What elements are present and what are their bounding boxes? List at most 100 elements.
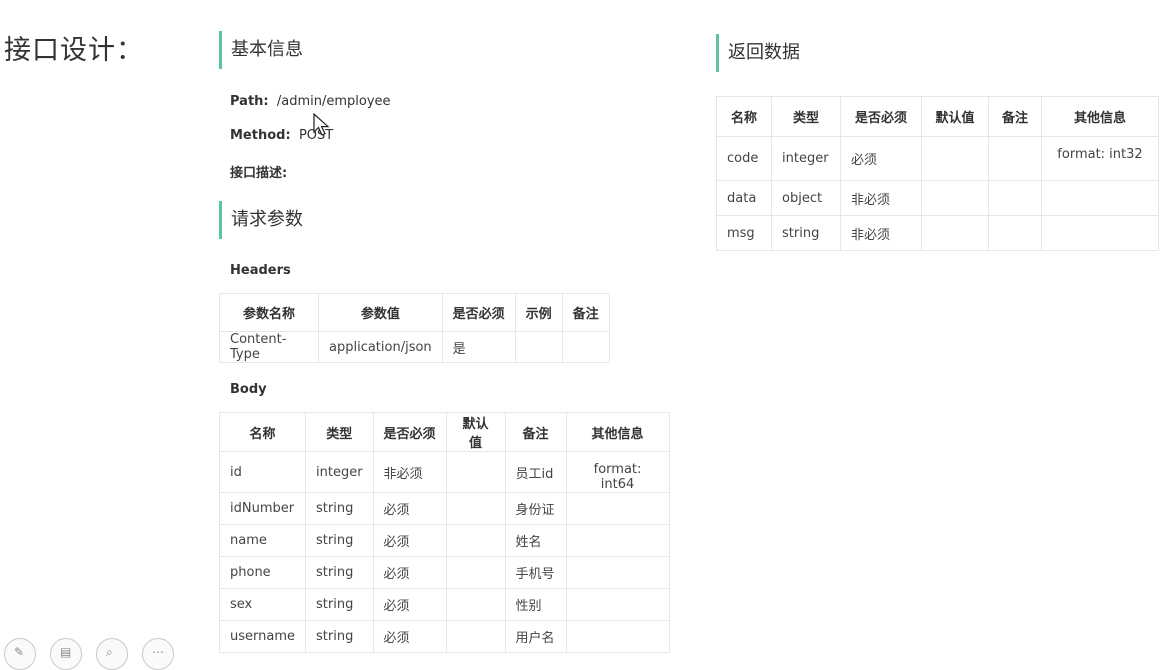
request-params-heading-text: 请求参数 <box>231 209 303 230</box>
pen-icon[interactable]: ✎ <box>4 638 36 670</box>
body-cell: 必须 <box>372 492 447 525</box>
body-cell <box>565 620 670 653</box>
body-cell <box>565 492 670 525</box>
table-row: Content-Type application/json 是 <box>219 331 610 363</box>
path-label: Path: <box>230 94 269 109</box>
response-col: 是否必须 <box>840 96 922 137</box>
request-params-heading: 请求参数 <box>219 201 361 239</box>
body-cell <box>565 588 670 621</box>
table-row: msg string 非必须 <box>716 215 1159 251</box>
response-col: 备注 <box>988 96 1042 137</box>
response-cell: msg <box>716 215 772 251</box>
headers-col: 备注 <box>561 293 610 332</box>
body-cell <box>445 620 506 653</box>
body-cell: 手机号 <box>504 556 567 589</box>
response-col: 名称 <box>716 96 772 137</box>
body-cell: 必须 <box>372 620 447 653</box>
body-cell: phone <box>219 556 306 589</box>
body-cell: 非必须 <box>372 451 447 493</box>
mouse-cursor-icon <box>313 113 330 136</box>
body-cell <box>565 524 670 557</box>
body-col: 类型 <box>305 412 374 452</box>
table-row: id integer 非必须 员工id format: int64 <box>219 451 670 493</box>
body-cell: sex <box>219 588 306 621</box>
table-row: username string 必须 用户名 <box>219 620 670 653</box>
headers-col: 是否必须 <box>441 293 516 332</box>
response-cell: string <box>771 215 841 251</box>
headers-table: 参数名称 参数值 是否必须 示例 备注 Content-Type applica… <box>219 293 610 363</box>
page-icon[interactable]: ▤ <box>50 638 82 670</box>
headers-cell: application/json <box>318 331 443 363</box>
response-cell <box>921 136 989 181</box>
response-col: 其他信息 <box>1041 96 1159 137</box>
body-cell <box>565 556 670 589</box>
body-cell: idNumber <box>219 492 306 525</box>
body-table: 名称 类型 是否必须 默认值 备注 其他信息 id integer 非必须 员工… <box>219 412 670 653</box>
headers-cell <box>514 331 563 363</box>
headers-table-header-row: 参数名称 参数值 是否必须 示例 备注 <box>219 293 610 332</box>
basic-info-heading-text: 基本信息 <box>231 39 303 60</box>
table-row: data object 非必须 <box>716 180 1159 216</box>
body-cell: string <box>305 524 374 557</box>
body-cell <box>445 492 506 525</box>
body-col: 默认值 <box>445 412 506 452</box>
response-data-heading-text: 返回数据 <box>728 42 800 63</box>
body-cell: string <box>305 588 374 621</box>
body-cell <box>445 451 506 493</box>
body-cell: 姓名 <box>504 524 567 557</box>
response-col: 默认值 <box>921 96 989 137</box>
response-cell: 必须 <box>840 136 922 181</box>
basic-info-heading: 基本信息 <box>219 31 361 69</box>
description-line: 接口描述: <box>230 162 287 181</box>
body-cell <box>445 588 506 621</box>
headers-cell: 是 <box>441 331 516 363</box>
body-cell: 身份证 <box>504 492 567 525</box>
body-cell: 性别 <box>504 588 567 621</box>
method-label: Method: <box>230 128 291 143</box>
headers-col: 参数名称 <box>219 293 319 332</box>
response-cell <box>1041 215 1159 251</box>
response-cell <box>1041 180 1159 216</box>
description-label: 接口描述: <box>230 166 288 181</box>
zoom-icon[interactable]: ⌕ <box>96 638 128 670</box>
response-col: 类型 <box>771 96 841 137</box>
response-cell <box>921 215 989 251</box>
body-cell <box>445 524 506 557</box>
headers-cell: Content-Type <box>219 331 319 363</box>
more-icon[interactable]: ⋯ <box>142 638 174 670</box>
response-cell: code <box>716 136 772 181</box>
body-cell: 必须 <box>372 588 447 621</box>
body-cell: string <box>305 556 374 589</box>
body-cell: 必须 <box>372 556 447 589</box>
path-value: /admin/employee <box>276 94 391 109</box>
body-cell: format: int64 <box>565 451 670 493</box>
body-col: 是否必须 <box>372 412 447 452</box>
path-line: Path: /admin/employee <box>230 94 391 109</box>
body-cell: name <box>219 524 306 557</box>
body-label: Body <box>230 382 267 397</box>
body-cell: string <box>305 492 374 525</box>
response-table: 名称 类型 是否必须 默认值 备注 其他信息 code integer 必须 f… <box>716 96 1159 251</box>
body-cell: 必须 <box>372 524 447 557</box>
table-row: phone string 必须 手机号 <box>219 556 670 589</box>
body-cell: id <box>219 451 306 493</box>
body-cell: username <box>219 620 306 653</box>
response-cell: 非必须 <box>840 215 922 251</box>
headers-col: 示例 <box>514 293 563 332</box>
table-row: sex string 必须 性别 <box>219 588 670 621</box>
slide-title: 接口设计： <box>4 35 144 66</box>
response-table-header-row: 名称 类型 是否必须 默认值 备注 其他信息 <box>716 96 1159 137</box>
table-row: name string 必须 姓名 <box>219 524 670 557</box>
response-cell: 非必须 <box>840 180 922 216</box>
response-cell <box>988 215 1042 251</box>
response-cell <box>988 136 1042 181</box>
response-cell: object <box>771 180 841 216</box>
headers-label: Headers <box>230 263 291 278</box>
headers-cell <box>561 331 610 363</box>
response-cell: data <box>716 180 772 216</box>
response-cell: integer <box>771 136 841 181</box>
body-col: 名称 <box>219 412 306 452</box>
response-cell <box>921 180 989 216</box>
response-cell <box>988 180 1042 216</box>
body-table-header-row: 名称 类型 是否必须 默认值 备注 其他信息 <box>219 412 670 452</box>
